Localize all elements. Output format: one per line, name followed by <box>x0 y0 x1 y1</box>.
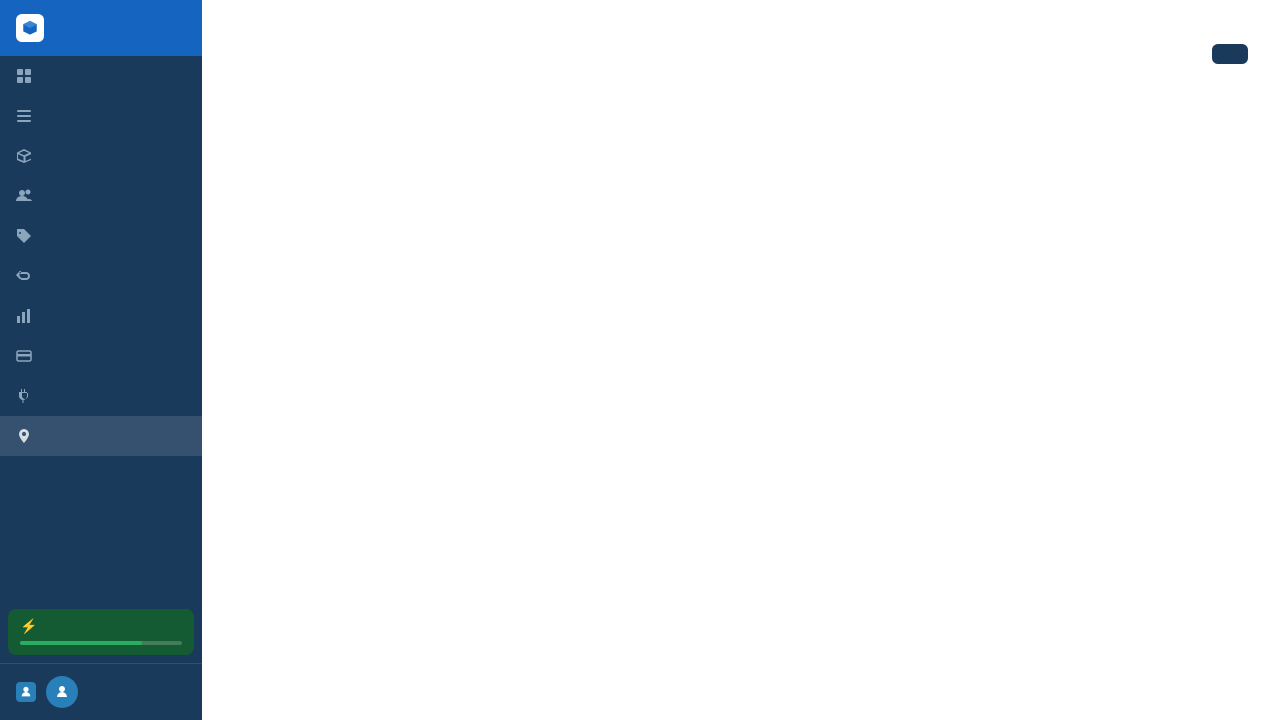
sidebar-item-customers[interactable] <box>0 176 202 216</box>
sidebar-nav <box>0 56 202 456</box>
sidebar-item-pricing[interactable] <box>0 216 202 256</box>
your-account[interactable] <box>0 663 202 720</box>
description-block <box>234 44 1248 64</box>
account-icon <box>16 682 36 702</box>
pin-icon <box>16 428 32 444</box>
progress-bar-bg <box>20 641 182 645</box>
main-content <box>202 0 1280 720</box>
request-access-button[interactable] <box>1212 44 1248 64</box>
sidebar-item-orders[interactable] <box>0 96 202 136</box>
return-icon <box>16 268 32 284</box>
credit-card-icon <box>16 348 32 364</box>
grid-icon <box>16 68 32 84</box>
sidebar-item-analytics[interactable] <box>0 296 202 336</box>
header-actions <box>1202 44 1248 64</box>
sidebar-item-locations[interactable] <box>0 416 202 456</box>
tag-icon <box>16 228 32 244</box>
quick-setup[interactable]: ⚡ <box>8 609 194 655</box>
sidebar-item-integrations[interactable] <box>0 376 202 416</box>
users-icon <box>16 188 32 204</box>
logo-icon <box>16 14 44 42</box>
sidebar-item-billing[interactable] <box>0 336 202 376</box>
sidebar: ⚡ <box>0 0 202 720</box>
box-icon <box>16 148 32 164</box>
plug-icon <box>16 388 32 404</box>
avatar <box>46 676 78 708</box>
list-icon <box>16 108 32 124</box>
logo-area[interactable] <box>0 0 202 56</box>
chart-icon <box>16 308 32 324</box>
sidebar-item-returns[interactable] <box>0 256 202 296</box>
sidebar-item-dashboard[interactable] <box>0 56 202 96</box>
sidebar-item-inventory[interactable] <box>0 136 202 176</box>
lightning-icon: ⚡ <box>20 619 37 635</box>
progress-bar-fill <box>20 641 142 645</box>
